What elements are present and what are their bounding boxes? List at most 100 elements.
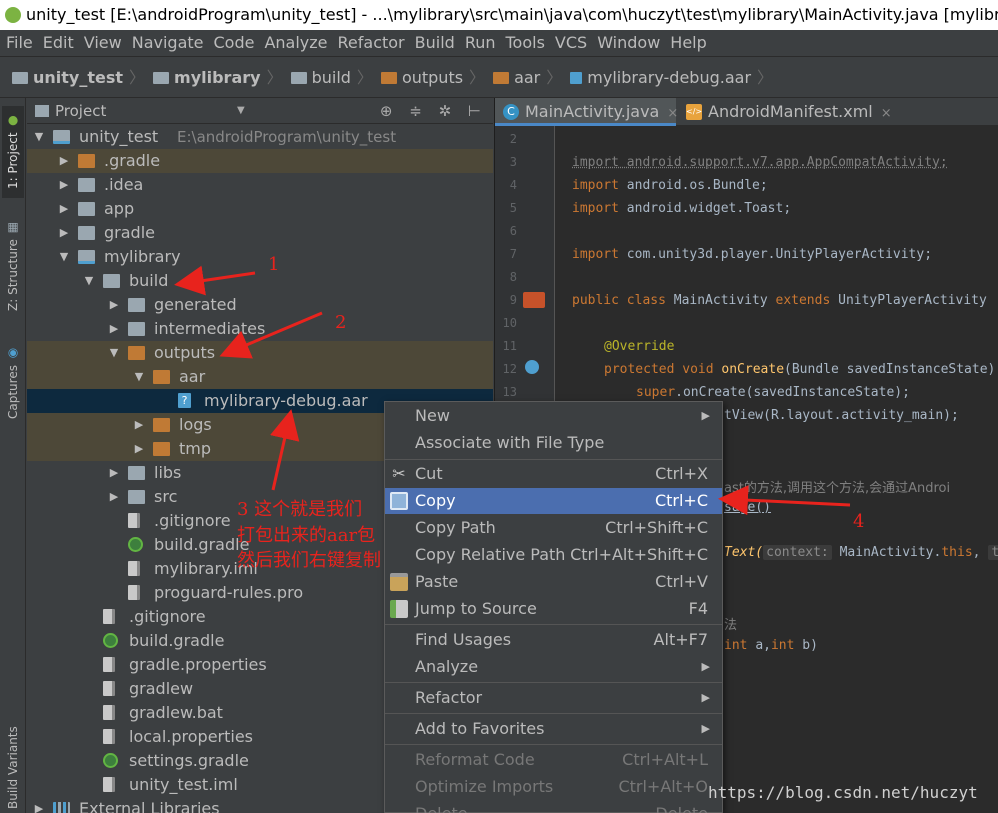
menu-build[interactable]: Build (410, 30, 460, 56)
menu-item-delete[interactable]: Delete...Delete (385, 801, 722, 813)
tree-node-label: app (104, 199, 135, 218)
menu-refactor[interactable]: Refactor (333, 30, 410, 56)
tree-node-gradle[interactable]: ▶ gradle (27, 221, 493, 245)
breadcrumb-item-module[interactable]: mylibrary 〉 (153, 57, 287, 99)
breadcrumb-item-outputs[interactable]: outputs 〉 (380, 57, 489, 99)
chevron-down-icon[interactable]: ▼ (33, 125, 45, 149)
chevron-right-icon[interactable]: ▶ (133, 413, 145, 437)
menu-item-analyze[interactable]: Analyze ▶ (385, 654, 722, 680)
chevron-right-icon[interactable]: ▶ (58, 149, 70, 173)
menu-vcs[interactable]: VCS (550, 30, 592, 56)
menu-window[interactable]: Window (592, 30, 665, 56)
menu-run[interactable]: Run (460, 30, 501, 56)
menu-item-cut[interactable]: ✂ Cut Ctrl+X (385, 461, 722, 487)
chevron-down-icon[interactable]: ▼ (108, 341, 120, 365)
breadcrumb-item-file[interactable]: mylibrary-debug.aar 〉 (570, 57, 777, 99)
chevron-right-icon[interactable]: ▶ (58, 221, 70, 245)
code-line: import android.support.v7.app.AppCompatA… (572, 155, 948, 170)
chevron-right-icon[interactable]: ▶ (33, 797, 45, 813)
gradle-icon (103, 633, 118, 648)
menu-item-find-usages[interactable]: Find Usages Alt+F7 (385, 627, 722, 653)
chevron-right-icon[interactable]: ▶ (133, 437, 145, 461)
tab-build-variants-tool-window[interactable]: Build Variants (2, 723, 24, 813)
tree-node-app[interactable]: ▶ app (27, 197, 493, 221)
folder-icon (78, 226, 95, 240)
menu-file[interactable]: File (0, 30, 38, 56)
menu-separator (385, 459, 722, 460)
dropdown-arrow-icon[interactable]: ▼ (237, 98, 245, 124)
cut-icon: ✂ (392, 464, 406, 483)
menu-analyze[interactable]: Analyze (259, 30, 332, 56)
chevron-right-icon[interactable]: ▶ (108, 293, 120, 317)
tree-node-unity-test[interactable]: ▼ unity_test E:\androidProgram\unity_test (27, 125, 493, 149)
menu-item-reformat-code[interactable]: Reformat Code Ctrl+Alt+L (385, 747, 722, 773)
editor-tab-bar: C MainActivity.java × </> AndroidManifest.x… (495, 98, 998, 126)
run-gutter-icon[interactable] (523, 292, 545, 308)
menu-item-copy-relative-path[interactable]: Copy Relative Path Ctrl+Alt+Shift+C (385, 542, 722, 568)
menu-item-jump-to-source[interactable]: Jump to Source F4 (385, 596, 722, 622)
code-line: import android.widget.Toast; (572, 201, 792, 216)
chevron-right-icon[interactable]: ▶ (108, 485, 120, 509)
annotation-note-line2: 打包出来的aar包 (237, 525, 376, 546)
chevron-right-icon[interactable]: ▶ (108, 317, 120, 341)
file-icon (128, 513, 140, 528)
breadcrumb-item-aar[interactable]: aar 〉 (493, 57, 566, 99)
menu-item-copy-path[interactable]: Copy Path Ctrl+Shift+C (385, 515, 722, 541)
close-tab-icon[interactable]: × (667, 106, 678, 121)
menu-item-new[interactable]: New ▶ (385, 403, 722, 429)
tree-node-label: build (129, 271, 169, 290)
menu-item-refactor[interactable]: Refactor ▶ (385, 685, 722, 711)
menu-item-add-to-favorites[interactable]: Add to Favorites ▶ (385, 716, 722, 742)
file-icon (103, 681, 115, 696)
tree-node-label: build.gradle (154, 535, 250, 554)
line-number: 4 (509, 178, 517, 192)
menu-tools[interactable]: Tools (501, 30, 550, 56)
menu-item-paste[interactable]: Paste Ctrl+V (385, 569, 722, 595)
tab-androidmanifest-xml[interactable]: </> AndroidManifest.xml × (678, 98, 892, 126)
menu-view[interactable]: View (79, 30, 127, 56)
context-menu: New ▶ Associate with File Type ✂ Cut Ctrl+X… (384, 401, 723, 813)
folder-icon (128, 490, 145, 504)
menu-edit[interactable]: Edit (38, 30, 79, 56)
tree-node-mylibrary[interactable]: ▼ mylibrary (27, 245, 493, 269)
tree-node-label: gradle (104, 223, 155, 242)
tree-node-label: generated (154, 295, 237, 314)
menu-navigate[interactable]: Navigate (127, 30, 209, 56)
tree-node-intermediates[interactable]: ▶ intermediates (27, 317, 493, 341)
folder-icon (78, 178, 95, 192)
chevron-down-icon[interactable]: ▼ (133, 365, 145, 389)
chevron-right-icon[interactable]: ▶ (108, 461, 120, 485)
tab-structure-tool-window[interactable]: Z: Structure ▦ (2, 216, 24, 316)
menu-help[interactable]: Help (665, 30, 711, 56)
tab-mainactivity-java[interactable]: C MainActivity.java × (495, 98, 678, 126)
menu-item-associate-file-type[interactable]: Associate with File Type (385, 430, 722, 456)
line-number: 5 (509, 201, 517, 215)
tab-captures-tool-window[interactable]: Captures ◉ (2, 343, 24, 423)
tree-node-idea[interactable]: ▶ .idea (27, 173, 493, 197)
menu-item-optimize-imports[interactable]: Optimize Imports Ctrl+Alt+O (385, 774, 722, 800)
tab-project-tool-window[interactable]: 1: Project ● (2, 106, 24, 198)
breadcrumb-item-project[interactable]: unity_test 〉 (12, 57, 149, 99)
project-view-selector[interactable]: Project (55, 102, 106, 120)
file-icon (103, 729, 115, 744)
chevron-down-icon[interactable]: ▼ (83, 269, 95, 293)
close-tab-icon[interactable]: × (881, 106, 892, 121)
folder-orange-icon (380, 72, 397, 84)
tree-node-outputs[interactable]: ▼ outputs (27, 341, 493, 365)
menu-item-copy[interactable]: Copy Ctrl+C (385, 488, 722, 514)
chevron-right-icon[interactable]: ▶ (58, 197, 70, 221)
tree-node-aar[interactable]: ▼ aar (27, 365, 493, 389)
annotation-label-4: 4 (853, 511, 865, 532)
chevron-right-icon[interactable]: ▶ (58, 173, 70, 197)
override-gutter-icon[interactable] (525, 360, 539, 374)
panel-toolbar-icons[interactable]: ⊕ ≑ ✲ ⊢ (380, 98, 487, 124)
chevron-down-icon[interactable]: ▼ (58, 245, 70, 269)
menu-code[interactable]: Code (209, 30, 260, 56)
tree-node-label: aar (179, 367, 206, 386)
gradle-icon (103, 753, 118, 768)
code-comment: 法 (724, 618, 738, 633)
tree-node-build[interactable]: ▼ build (27, 269, 493, 293)
tree-node-generated[interactable]: ▶ generated (27, 293, 493, 317)
breadcrumb-item-build[interactable]: build 〉 (290, 57, 377, 99)
tree-node-gradle[interactable]: ▶ .gradle (27, 149, 493, 173)
